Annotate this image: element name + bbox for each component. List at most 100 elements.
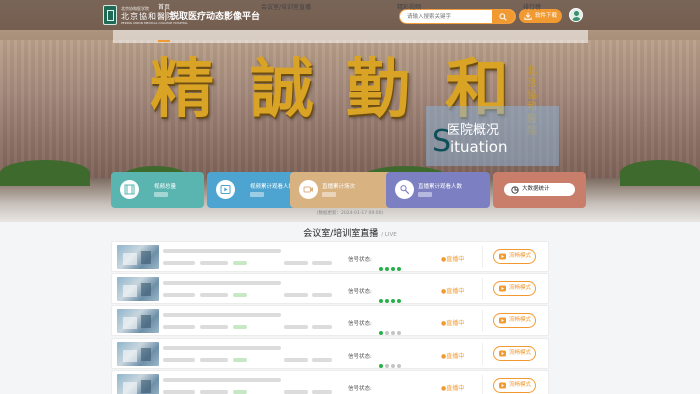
divider [482, 246, 483, 268]
nav-home[interactable]: 首页 [158, 2, 170, 11]
room-name-blurred [163, 281, 281, 285]
stat-value-blurred [154, 192, 168, 197]
room-meta-blurred [284, 261, 308, 265]
video-play-icon [499, 253, 506, 260]
nav-ranking[interactable]: 排行榜 [523, 2, 541, 11]
room-meta-blurred [312, 390, 332, 394]
room-name-blurred [163, 346, 281, 350]
room-thumbnail[interactable] [117, 309, 159, 333]
signal-dot [385, 331, 389, 335]
nav-live[interactable]: 会议室/培训室直播 [261, 2, 311, 11]
room-meta-blurred [163, 261, 195, 265]
download-label: 软件下载 [535, 13, 558, 19]
room-meta-blurred [312, 261, 332, 265]
signal-dot [379, 267, 383, 271]
room-meta-blurred [200, 390, 228, 394]
signal-dot [391, 267, 395, 271]
signal-label: 信号状态: [348, 354, 372, 360]
stat-icon-wrap [216, 180, 235, 199]
play-icon [220, 185, 231, 194]
live-room-row[interactable]: 信号状态: ●直播中 流畅模式 [111, 305, 549, 336]
room-meta-blurred [284, 293, 308, 297]
room-meta-blurred [284, 325, 308, 329]
smooth-mode-button[interactable]: 流畅模式 [493, 378, 536, 393]
search-input[interactable] [400, 10, 493, 23]
nav-videos[interactable]: 精彩视频 [397, 2, 421, 11]
big-data-label: 大数据统计 [522, 186, 550, 192]
signal-dot [397, 364, 401, 368]
signal-dot [385, 267, 389, 271]
room-name-blurred [163, 313, 281, 317]
stat-label: 直播累计观看人数 [418, 184, 463, 190]
section-title: 会议室/培训室直播 / LIVE [0, 226, 700, 239]
room-tag-blurred [233, 390, 247, 394]
stat-card-live-viewers[interactable]: 直播累计观看人数 [386, 172, 490, 208]
video-play-icon [499, 285, 506, 292]
software-download-button[interactable]: 软件下载 [519, 9, 562, 23]
live-room-row[interactable]: 信号状态: ●直播中 流畅模式 [111, 273, 549, 304]
mode-label: 流畅模式 [509, 317, 532, 323]
stat-label: 视频总量 [154, 184, 177, 190]
search-icon [499, 13, 507, 21]
section-subtitle: / LIVE [381, 232, 397, 238]
calligraphy-character: 精 [150, 52, 214, 127]
main-nav [113, 30, 588, 43]
signal-dot [385, 299, 389, 303]
room-thumbnail[interactable] [117, 342, 159, 366]
video-play-icon [499, 382, 506, 389]
room-meta-blurred [312, 293, 332, 297]
signal-dot [391, 299, 395, 303]
download-icon [524, 12, 532, 20]
live-status: ●直播中 [441, 256, 465, 263]
room-meta-blurred [163, 325, 195, 329]
user-avatar-icon[interactable] [569, 8, 583, 22]
signal-dot [379, 364, 383, 368]
divider [482, 310, 483, 332]
overlay-subtitle: ituation [450, 138, 508, 156]
search-box [399, 9, 516, 24]
search-button[interactable] [492, 10, 515, 23]
live-status: ●直播中 [441, 385, 465, 392]
signal-dot [397, 299, 401, 303]
stat-card-video-total[interactable]: 视频总量 [111, 172, 204, 208]
big-data-button[interactable]: 大数据统计 [504, 183, 575, 196]
live-status: ●直播中 [441, 353, 465, 360]
signal-label: 信号状态: [348, 321, 372, 327]
room-name-blurred [163, 378, 281, 382]
signal-dots [379, 385, 403, 394]
divider [482, 278, 483, 300]
smooth-mode-button[interactable]: 流畅模式 [493, 249, 536, 264]
mode-label: 流畅模式 [509, 253, 532, 259]
room-tag-blurred [233, 358, 247, 362]
room-meta-blurred [163, 390, 195, 394]
video-play-icon [499, 350, 506, 357]
stat-label: 直播累计场次 [322, 184, 356, 190]
room-meta-blurred [284, 358, 308, 362]
smooth-mode-button[interactable]: 流畅模式 [493, 346, 536, 361]
room-meta-blurred [200, 261, 228, 265]
live-status: ●直播中 [441, 288, 465, 295]
stat-icon-wrap [395, 180, 414, 199]
stat-value-blurred [418, 192, 432, 197]
data-update-time: (数据更新：2024-01-17 09:00) [316, 211, 384, 216]
signal-dots [379, 320, 403, 339]
section-title-text: 会议室/培训室直播 [303, 229, 379, 239]
live-room-row[interactable]: 信号状态: ●直播中 流畅模式 [111, 338, 549, 369]
stat-card-live-sessions[interactable]: 直播累计场次 [290, 172, 393, 208]
room-tag-blurred [233, 293, 247, 297]
stat-card-video-viewers[interactable]: 视频累计观看人数 [207, 172, 300, 208]
room-thumbnail[interactable] [117, 277, 159, 301]
room-thumbnail[interactable] [117, 374, 159, 394]
live-room-row[interactable]: 信号状态: ●直播中 流畅模式 [111, 370, 549, 394]
room-meta-blurred [312, 358, 332, 362]
smooth-mode-button[interactable]: 流畅模式 [493, 313, 536, 328]
hospital-logo-icon[interactable] [103, 5, 117, 25]
stat-label: 视频累计观看人数 [250, 184, 295, 190]
signal-dot [379, 299, 383, 303]
live-room-row[interactable]: 信号状态: ●直播中 流畅模式 [111, 241, 549, 272]
smooth-mode-button[interactable]: 流畅模式 [493, 281, 536, 296]
room-meta-blurred [312, 325, 332, 329]
room-meta-blurred [200, 358, 228, 362]
pie-chart-icon [511, 186, 519, 194]
room-thumbnail[interactable] [117, 245, 159, 269]
